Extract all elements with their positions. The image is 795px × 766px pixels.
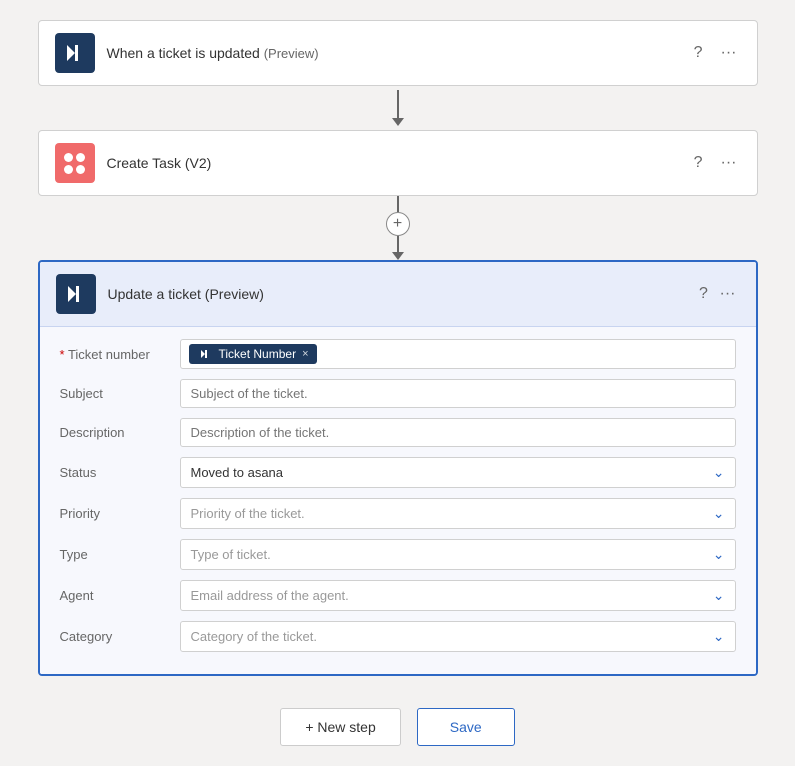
agent-chevron-icon: ⌄ — [713, 587, 725, 604]
type-chevron-icon: ⌄ — [713, 546, 725, 563]
asana-dots — [61, 149, 89, 177]
bottom-actions: + New step Save — [280, 708, 514, 746]
ticket-number-token: Ticket Number × — [189, 344, 317, 364]
status-row: Status Moved to asana ⌄ — [60, 457, 736, 488]
create-task-title: Create Task (V2) — [107, 155, 690, 171]
subject-row: Subject — [60, 379, 736, 408]
type-placeholder: Type of ticket. — [191, 547, 271, 562]
update-ticket-more-button[interactable]: ··· — [716, 283, 740, 305]
plus-connector: + — [386, 196, 410, 260]
new-step-button[interactable]: + New step — [280, 708, 400, 746]
token-close-button[interactable]: × — [302, 348, 308, 360]
agent-row: Agent Email address of the agent. ⌄ — [60, 580, 736, 611]
subject-input[interactable] — [180, 379, 736, 408]
type-label: Type — [60, 547, 180, 562]
agent-select[interactable]: Email address of the agent. ⌄ — [180, 580, 736, 611]
create-task-help-button[interactable]: ? — [690, 152, 707, 174]
update-ticket-header: Update a ticket (Preview) ? ··· — [40, 262, 756, 327]
description-input[interactable] — [180, 418, 736, 447]
category-row: Category Category of the ticket. ⌄ — [60, 621, 736, 652]
create-task-step: Create Task (V2) ? ··· — [38, 130, 758, 196]
category-select[interactable]: Category of the ticket. ⌄ — [180, 621, 736, 652]
token-icon — [197, 346, 213, 362]
connector-arrow — [392, 118, 404, 126]
trigger-actions: ? ··· — [690, 42, 741, 64]
update-ticket-help-button[interactable]: ? — [695, 283, 712, 305]
connector-1 — [392, 90, 404, 126]
trigger-help-button[interactable]: ? — [690, 42, 707, 64]
ticket-number-token-input[interactable]: Ticket Number × — [180, 339, 736, 369]
priority-chevron-icon: ⌄ — [713, 505, 725, 522]
subject-label: Subject — [60, 386, 180, 401]
priority-placeholder: Priority of the ticket. — [191, 506, 305, 521]
update-ticket-icon — [56, 274, 96, 314]
priority-select[interactable]: Priority of the ticket. ⌄ — [180, 498, 736, 529]
create-task-more-button[interactable]: ··· — [717, 152, 741, 174]
status-chevron-icon: ⌄ — [713, 464, 725, 481]
category-chevron-icon: ⌄ — [713, 628, 725, 645]
trigger-title: When a ticket is updated (Preview) — [107, 45, 690, 61]
plus-line-top — [397, 196, 399, 212]
update-ticket-body: Ticket number Ticket Number × — [40, 327, 756, 674]
description-label: Description — [60, 425, 180, 440]
status-select[interactable]: Moved to asana ⌄ — [180, 457, 736, 488]
update-ticket-step: Update a ticket (Preview) ? ··· Ticket n… — [38, 260, 758, 676]
ticket-number-row: Ticket number Ticket Number × — [60, 339, 736, 369]
priority-label: Priority — [60, 506, 180, 521]
plus-add-button[interactable]: + — [386, 212, 410, 236]
priority-row: Priority Priority of the ticket. ⌄ — [60, 498, 736, 529]
category-placeholder: Category of the ticket. — [191, 629, 317, 644]
description-row: Description — [60, 418, 736, 447]
update-ticket-title: Update a ticket (Preview) — [108, 286, 695, 302]
ticket-number-label: Ticket number — [60, 347, 180, 362]
trigger-step: When a ticket is updated (Preview) ? ··· — [38, 20, 758, 86]
agent-placeholder: Email address of the agent. — [191, 588, 349, 603]
agent-label: Agent — [60, 588, 180, 603]
status-label: Status — [60, 465, 180, 480]
create-task-icon — [55, 143, 95, 183]
category-label: Category — [60, 629, 180, 644]
save-button[interactable]: Save — [417, 708, 515, 746]
trigger-more-button[interactable]: ··· — [717, 42, 741, 64]
flow-container: When a ticket is updated (Preview) ? ···… — [38, 20, 758, 746]
token-label: Ticket Number — [219, 347, 297, 361]
plus-arrow — [392, 252, 404, 260]
trigger-icon — [55, 33, 95, 73]
create-task-actions: ? ··· — [690, 152, 741, 174]
type-select[interactable]: Type of ticket. ⌄ — [180, 539, 736, 570]
plus-line-bottom — [397, 236, 399, 252]
update-ticket-actions: ? ··· — [695, 283, 740, 305]
status-value: Moved to asana — [191, 465, 284, 480]
type-row: Type Type of ticket. ⌄ — [60, 539, 736, 570]
connector-line — [397, 90, 399, 118]
